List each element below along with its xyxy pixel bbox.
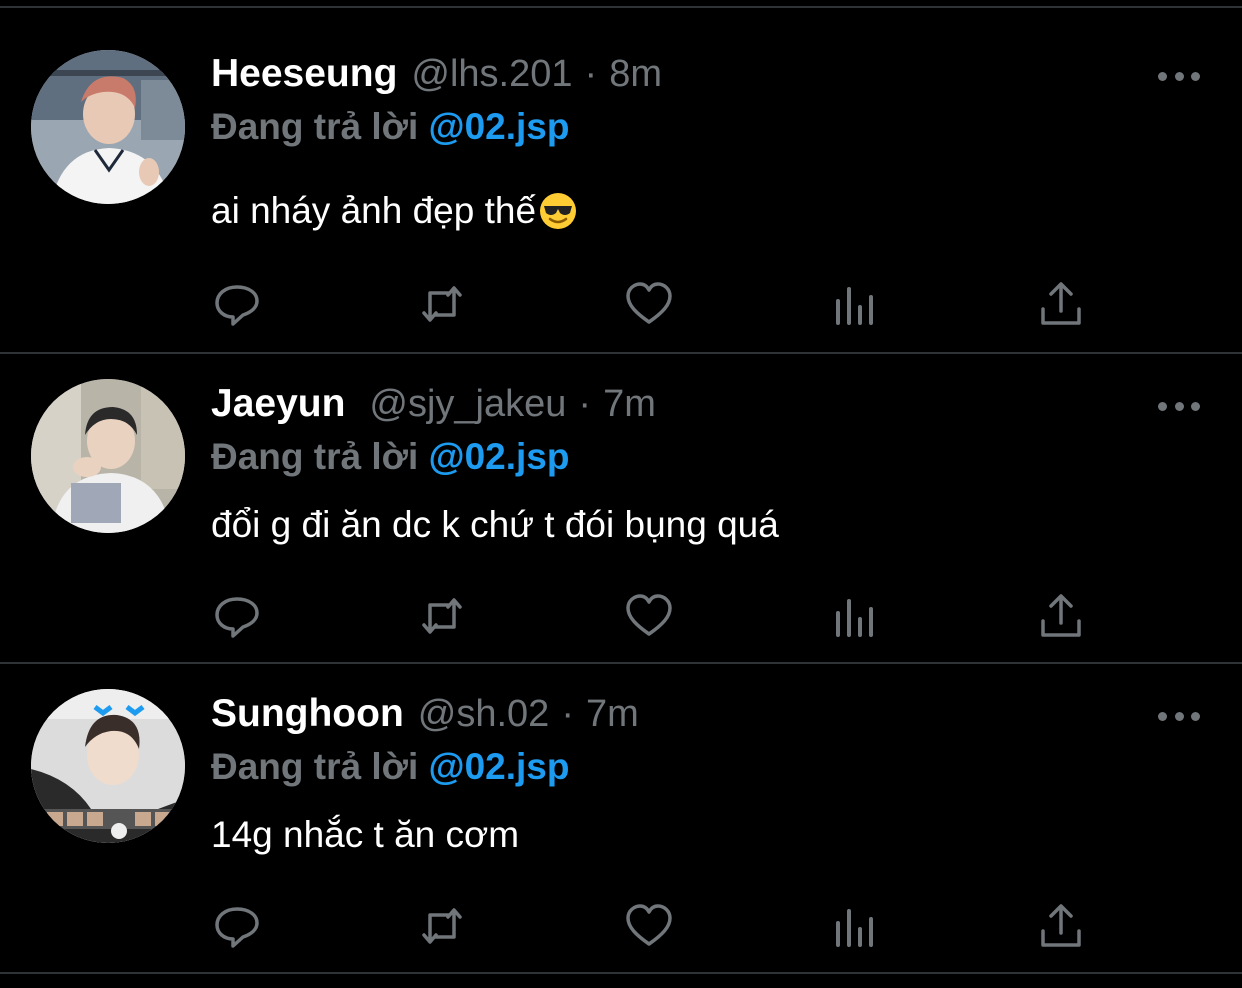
separator: · xyxy=(578,383,592,425)
dot xyxy=(1158,401,1167,411)
dot xyxy=(1191,71,1200,81)
analytics-button[interactable] xyxy=(828,590,882,642)
replying-to-label: Đang trả lời xyxy=(211,746,419,787)
more-options-icon[interactable] xyxy=(1158,396,1200,416)
like-icon xyxy=(626,282,672,324)
reply-icon xyxy=(215,285,259,326)
share-icon xyxy=(1041,282,1081,325)
reply-button[interactable] xyxy=(210,278,264,330)
reply-button[interactable] xyxy=(210,590,264,642)
reply-button[interactable] xyxy=(210,900,264,952)
handle[interactable]: @lhs.201 xyxy=(411,53,572,96)
tweet-text: đổi g đi ăn dc k chứ t đói bụng quá xyxy=(211,504,779,546)
share-button[interactable] xyxy=(1034,278,1088,330)
separator: · xyxy=(584,53,598,95)
retweet-icon xyxy=(422,598,462,634)
analytics-icon xyxy=(836,909,873,947)
more-options-icon[interactable] xyxy=(1158,706,1200,726)
tweet-reply[interactable]: Heeseung @lhs.201 · 8m Đang trả lời @02.… xyxy=(0,44,1242,354)
tweet-actions xyxy=(210,278,1090,330)
display-name[interactable]: Sunghoon xyxy=(211,692,404,736)
display-name[interactable]: Heeseung xyxy=(211,52,397,96)
tweet-text-content: ai nháy ảnh đẹp thế xyxy=(211,190,537,231)
top-divider xyxy=(0,0,1242,8)
tweet-text-content: 14g nhắc t ăn cơm xyxy=(211,814,520,855)
replying-to: Đang trả lời @02.jsp xyxy=(211,746,570,788)
reply-mention-link[interactable]: @02.jsp xyxy=(429,106,570,147)
display-name[interactable]: Jaeyun xyxy=(211,382,345,426)
share-button[interactable] xyxy=(1034,590,1088,642)
reply-mention-link[interactable]: @02.jsp xyxy=(429,436,570,477)
tweet-actions xyxy=(210,590,1090,642)
replying-to-label: Đang trả lời xyxy=(211,436,419,477)
retweet-button[interactable] xyxy=(415,590,469,642)
replying-to: Đang trả lời @02.jsp xyxy=(211,436,570,478)
like-icon xyxy=(626,904,672,946)
tweet-header: Heeseung @lhs.201 · 8m xyxy=(211,52,662,102)
retweet-button[interactable] xyxy=(415,900,469,952)
dot xyxy=(1174,401,1184,411)
smiling-face-with-sunglasses-icon xyxy=(540,193,577,229)
more-options-icon[interactable] xyxy=(1158,66,1200,86)
avatar[interactable] xyxy=(31,379,185,533)
avatar[interactable] xyxy=(31,50,185,204)
share-icon xyxy=(1041,904,1081,947)
share-button[interactable] xyxy=(1034,900,1088,952)
like-button[interactable] xyxy=(622,590,676,642)
dot xyxy=(1158,71,1167,81)
dot xyxy=(1174,71,1184,81)
avatar[interactable] xyxy=(31,689,185,843)
reply-icon xyxy=(215,907,259,948)
replying-to-label: Đang trả lời xyxy=(211,106,419,147)
dot xyxy=(1158,711,1167,721)
tweet-header: Jaeyun @sjy_jakeu · 7m xyxy=(211,382,656,432)
retweet-button[interactable] xyxy=(415,278,469,330)
retweet-icon xyxy=(422,286,462,322)
dot xyxy=(1191,711,1200,721)
timestamp[interactable]: 7m xyxy=(586,693,639,736)
replying-to: Đang trả lời @02.jsp xyxy=(211,106,570,148)
handle[interactable]: @sjy_jakeu xyxy=(369,383,566,426)
analytics-button[interactable] xyxy=(828,278,882,330)
timestamp[interactable]: 8m xyxy=(609,53,662,96)
reply-icon xyxy=(215,597,259,638)
like-icon xyxy=(626,594,672,636)
retweet-icon xyxy=(422,908,462,944)
tweet-text: ai nháy ảnh đẹp thế xyxy=(211,190,578,232)
tweet-text-content: đổi g đi ăn dc k chứ t đói bụng quá xyxy=(211,504,779,545)
tweet-header: Sunghoon @sh.02 · 7m xyxy=(211,692,639,742)
tweet-text: 14g nhắc t ăn cơm xyxy=(211,814,519,856)
tweet-reply[interactable]: Jaeyun @sjy_jakeu · 7m Đang trả lời @02.… xyxy=(0,354,1242,664)
timestamp[interactable]: 7m xyxy=(603,383,656,426)
analytics-button[interactable] xyxy=(828,900,882,952)
like-button[interactable] xyxy=(622,900,676,952)
like-button[interactable] xyxy=(622,278,676,330)
dot xyxy=(1174,711,1184,721)
dot xyxy=(1191,401,1200,411)
tweet-actions xyxy=(210,900,1090,952)
tweet-reply[interactable]: Sunghoon @sh.02 · 7m Đang trả lời @02.js… xyxy=(0,664,1242,974)
handle[interactable]: @sh.02 xyxy=(418,693,550,736)
analytics-icon xyxy=(836,287,873,325)
reply-mention-link[interactable]: @02.jsp xyxy=(429,746,570,787)
share-icon xyxy=(1041,594,1081,637)
analytics-icon xyxy=(836,599,873,637)
separator: · xyxy=(561,693,574,735)
